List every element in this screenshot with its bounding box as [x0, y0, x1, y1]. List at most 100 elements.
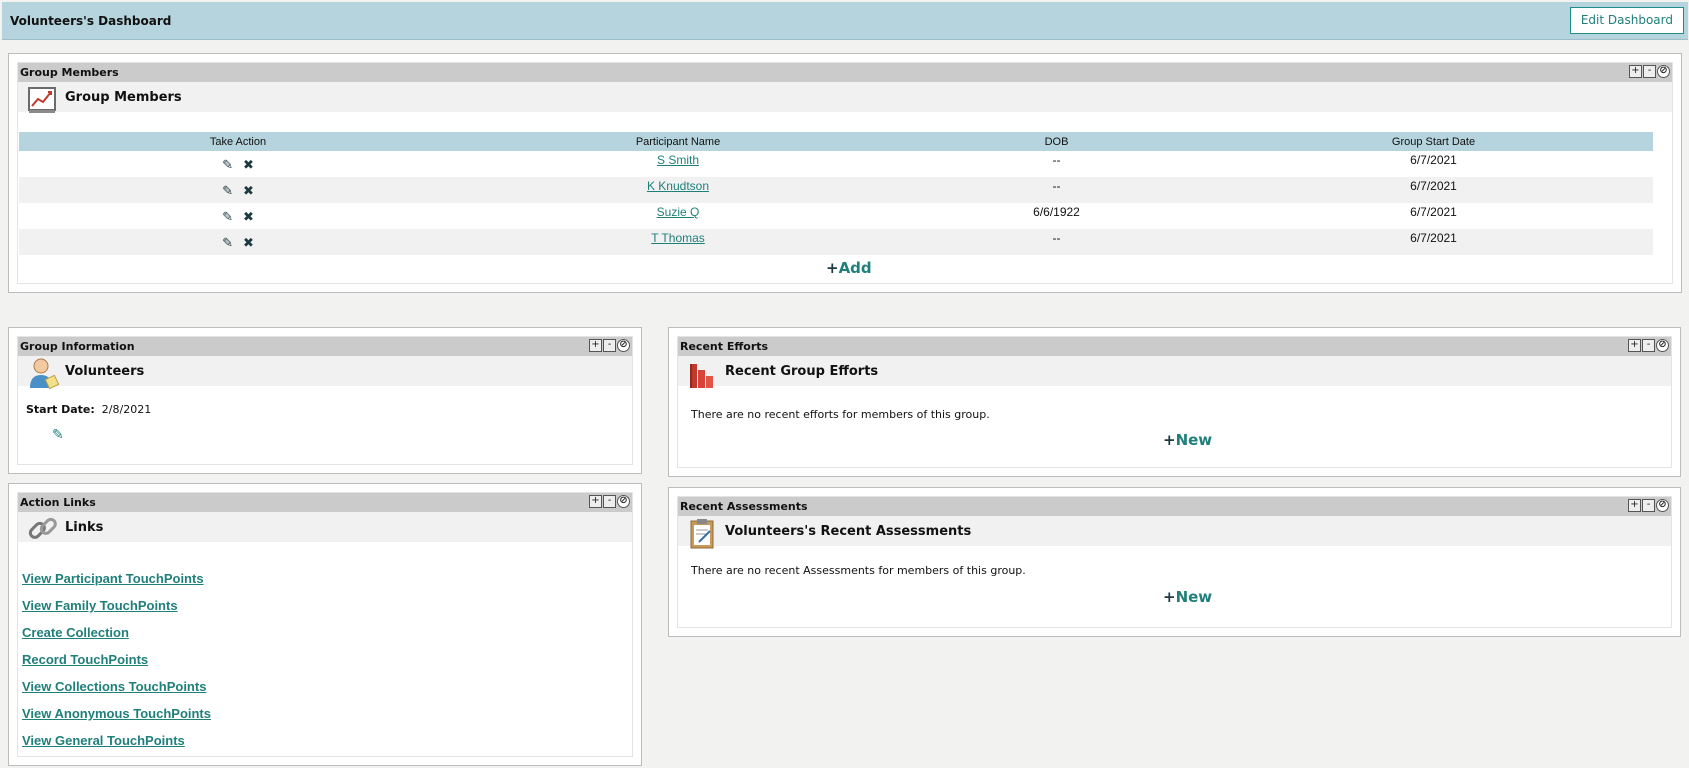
- table-row: ✎ ✖ T Thomas -- 6/7/2021: [19, 229, 1653, 255]
- participant-link[interactable]: Suzie Q: [657, 205, 700, 219]
- link-view-participant-touchpoints[interactable]: View Participant TouchPoints: [22, 571, 204, 586]
- expand-icon[interactable]: +: [1629, 65, 1642, 78]
- new-effort-button[interactable]: +New: [1163, 431, 1212, 449]
- column-header: Participant Name: [457, 132, 899, 151]
- expand-icon[interactable]: +: [1628, 499, 1641, 512]
- delete-x-icon[interactable]: ✖: [243, 183, 254, 199]
- collapse-icon[interactable]: -: [1643, 65, 1656, 78]
- start-date-cell: 6/7/2021: [1214, 177, 1653, 203]
- collapse-icon[interactable]: -: [1642, 499, 1655, 512]
- collapse-icon[interactable]: -: [1642, 339, 1655, 352]
- link-record-touchpoints[interactable]: Record TouchPoints: [22, 652, 148, 667]
- empty-message: There are no recent efforts for members …: [691, 408, 990, 421]
- participant-link[interactable]: K Knudtson: [647, 179, 709, 193]
- edit-pencil-icon[interactable]: ✎: [222, 235, 233, 251]
- dob-cell: 6/6/1922: [1033, 205, 1080, 219]
- panel-subtitle: Volunteers's Recent Assessments: [725, 524, 972, 539]
- panel-subheader: Links: [18, 512, 632, 542]
- panel-title: Recent Assessments: [680, 500, 808, 513]
- table-header-row: Take Action Participant Name DOB Group S…: [19, 132, 1653, 151]
- dob-cell: --: [899, 177, 1214, 203]
- panel-controls: + - ⊘: [589, 339, 630, 352]
- edit-dashboard-button[interactable]: Edit Dashboard: [1569, 7, 1684, 34]
- start-date-row: Start Date: 2/8/2021: [26, 403, 151, 416]
- add-member-button[interactable]: +Add: [826, 259, 872, 277]
- expand-icon[interactable]: +: [589, 495, 602, 508]
- table-row: ✎ ✖ S Smith -- 6/7/2021: [19, 151, 1653, 177]
- link-view-family-touchpoints[interactable]: View Family TouchPoints: [22, 598, 178, 613]
- panel-header: Recent Assessments + - ⊘: [678, 497, 1671, 516]
- column-header: Take Action: [19, 132, 457, 151]
- dob-cell: --: [1052, 153, 1061, 167]
- panel-subtitle: Links: [65, 520, 104, 535]
- panel-controls: + - ⊘: [1628, 499, 1669, 512]
- add-label: Add: [838, 259, 872, 277]
- action-links-panel-inner: Action Links + - ⊘ Links View Participan…: [17, 492, 633, 757]
- panel-title: Group Members: [20, 66, 119, 79]
- link-view-anonymous-touchpoints[interactable]: View Anonymous TouchPoints: [22, 706, 211, 721]
- link-view-general-touchpoints[interactable]: View General TouchPoints: [22, 733, 185, 748]
- panel-title: Recent Efforts: [680, 340, 769, 353]
- panel-controls: + - ⊘: [589, 495, 630, 508]
- action-links-panel: Action Links + - ⊘ Links View Participan…: [8, 483, 642, 766]
- plus-icon: +: [1163, 431, 1176, 449]
- close-icon[interactable]: ⊘: [617, 495, 630, 508]
- column-header: Group Start Date: [1214, 132, 1653, 151]
- delete-x-icon[interactable]: ✖: [243, 157, 254, 173]
- expand-icon[interactable]: +: [1628, 339, 1641, 352]
- empty-message: There are no recent Assessments for memb…: [691, 564, 1026, 577]
- table-row: ✎ ✖ K Knudtson -- 6/7/2021: [19, 177, 1653, 203]
- panel-controls: + - ⊘: [1628, 339, 1669, 352]
- panel-header: Recent Efforts + - ⊘: [678, 337, 1671, 356]
- start-date-cell: 6/7/2021: [1214, 229, 1653, 255]
- new-label: New: [1175, 588, 1213, 606]
- recent-assessments-panel-inner: Recent Assessments + - ⊘ Volunteers's Re…: [677, 496, 1672, 628]
- plus-icon: +: [826, 259, 839, 277]
- panel-subheader: Recent Group Efforts: [678, 356, 1671, 388]
- recent-assessments-panel: Recent Assessments + - ⊘ Volunteers's Re…: [668, 487, 1681, 637]
- start-date-cell: 6/7/2021: [1410, 153, 1457, 167]
- recent-efforts-panel: Recent Efforts + - ⊘ Recent Group Effort…: [668, 327, 1681, 477]
- edit-pencil-icon[interactable]: ✎: [52, 427, 64, 443]
- panel-header: Group Members + - ⊘: [18, 63, 1672, 82]
- close-icon[interactable]: ⊘: [1656, 339, 1669, 352]
- group-information-panel: Group Information + - ⊘ Volunteers Start…: [8, 327, 642, 474]
- new-label: New: [1175, 431, 1213, 449]
- collapse-icon[interactable]: -: [603, 339, 616, 352]
- close-icon[interactable]: ⊘: [1656, 499, 1669, 512]
- panel-subheader: Volunteers: [18, 356, 632, 390]
- delete-x-icon[interactable]: ✖: [243, 235, 254, 251]
- start-date-label: Start Date:: [26, 403, 95, 416]
- plus-icon: +: [1163, 588, 1176, 606]
- panel-subtitle: Group Members: [65, 90, 182, 105]
- participant-link[interactable]: S Smith: [657, 153, 699, 167]
- group-members-table: Take Action Participant Name DOB Group S…: [19, 132, 1653, 255]
- new-assessment-button[interactable]: +New: [1163, 588, 1212, 606]
- chart-icon: [28, 87, 56, 113]
- panel-subheader: Group Members: [18, 82, 1672, 113]
- panel-subtitle: Volunteers: [65, 364, 145, 379]
- clipboard-icon: [690, 519, 714, 549]
- start-date-cell: 6/7/2021: [1410, 205, 1457, 219]
- panel-subheader: Volunteers's Recent Assessments: [678, 516, 1671, 549]
- close-icon[interactable]: ⊘: [617, 339, 630, 352]
- link-create-collection[interactable]: Create Collection: [22, 625, 129, 640]
- edit-pencil-icon[interactable]: ✎: [222, 209, 233, 225]
- user-icon: [30, 358, 60, 390]
- expand-icon[interactable]: +: [589, 339, 602, 352]
- start-date-value: 2/8/2021: [101, 403, 152, 416]
- delete-x-icon[interactable]: ✖: [243, 209, 254, 225]
- dob-cell: --: [899, 229, 1214, 255]
- edit-pencil-icon[interactable]: ✎: [222, 183, 233, 199]
- group-information-panel-inner: Group Information + - ⊘ Volunteers Start…: [17, 336, 633, 465]
- edit-pencil-icon[interactable]: ✎: [222, 157, 233, 173]
- collapse-icon[interactable]: -: [603, 495, 616, 508]
- participant-link[interactable]: T Thomas: [651, 231, 705, 245]
- group-members-panel: Group Members + - ⊘ Group Members Take A…: [8, 53, 1682, 293]
- bar-chart-icon: [690, 364, 713, 388]
- table-row: ✎ ✖ Suzie Q 6/6/1922 6/7/2021: [19, 203, 1653, 229]
- close-icon[interactable]: ⊘: [1657, 65, 1670, 78]
- link-icon: [28, 517, 57, 539]
- column-header: DOB: [899, 132, 1214, 151]
- link-view-collections-touchpoints[interactable]: View Collections TouchPoints: [22, 679, 206, 694]
